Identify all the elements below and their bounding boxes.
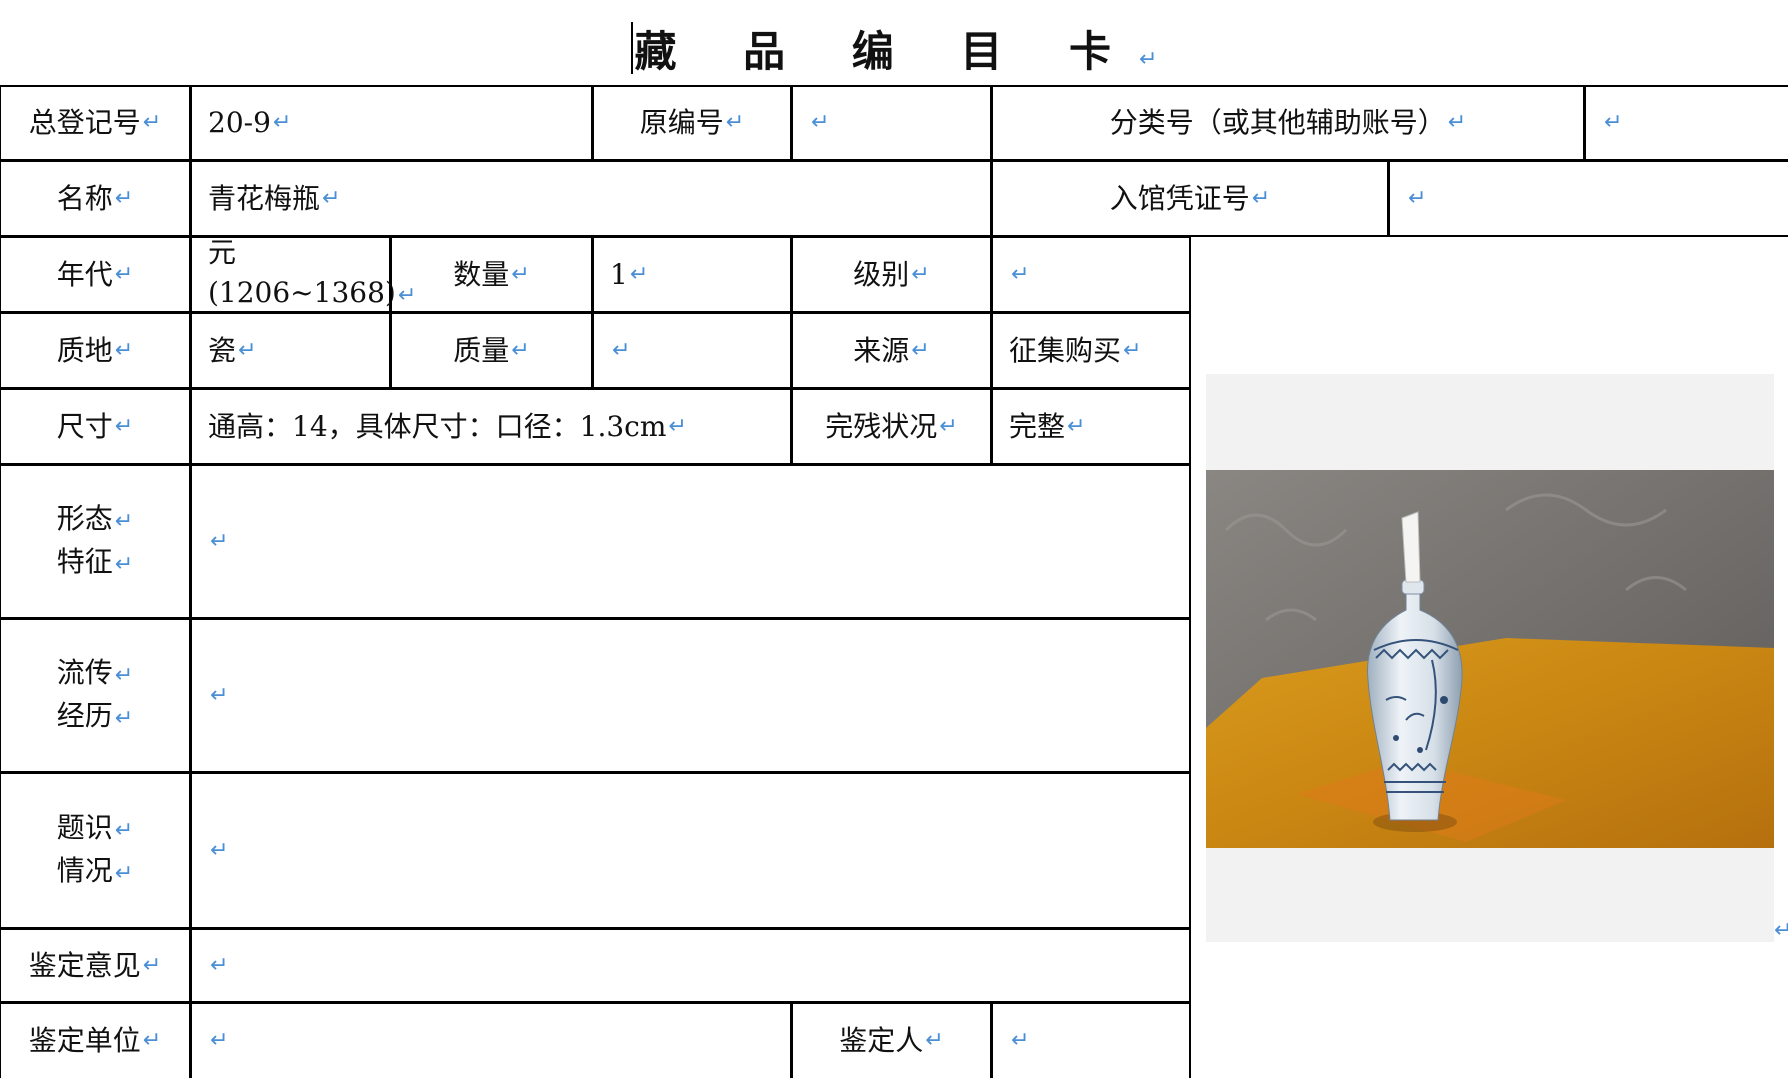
source-field[interactable]: 征集购买 ↵ <box>991 312 1191 389</box>
form-label-line-1: 形态↵ <box>56 501 134 535</box>
appraisal-opinion-field[interactable]: ↵ <box>190 928 1191 1003</box>
return-mark-icon: ↵ <box>1408 185 1427 211</box>
inscription-label-line-1: 题识↵ <box>56 810 134 844</box>
return-mark-icon: ↵ <box>142 110 162 135</box>
size-label: 尺寸 ↵ <box>0 388 191 465</box>
return-mark-icon: ↵ <box>210 1028 229 1053</box>
era-field[interactable]: 元 (1206~1368)↵ <box>190 236 416 313</box>
return-mark-icon: ↵ <box>1774 918 1788 943</box>
form-label: 形态↵ 特征↵ <box>0 464 191 619</box>
return-mark-icon: ↵ <box>911 337 930 363</box>
vase-photo[interactable] <box>1206 470 1774 848</box>
total-reg-no-label: 总登记号 ↵ <box>0 85 191 161</box>
form-label-line-2: 特征↵ <box>56 544 134 578</box>
return-mark-icon: ↵ <box>142 952 162 978</box>
return-mark-icon: ↵ <box>1067 413 1086 439</box>
name-label: 名称 ↵ <box>0 160 191 237</box>
appraiser-label: 鉴定人 ↵ <box>791 1002 992 1078</box>
return-mark-icon: ↵ <box>939 413 958 439</box>
source-label: 来源 ↵ <box>791 312 992 389</box>
return-mark-icon: ↵ <box>272 110 292 135</box>
grade-label: 级别 ↵ <box>791 236 992 313</box>
card-title: 藏 品 编 目 卡↵ <box>0 18 1788 79</box>
return-mark-icon: ↵ <box>725 110 745 135</box>
era-line-2: (1206~1368)↵ <box>208 276 417 309</box>
appraisal-unit-field[interactable]: ↵ <box>190 1002 792 1078</box>
return-mark-icon: ↵ <box>925 1028 944 1053</box>
return-mark-icon: ↵ <box>668 413 687 439</box>
return-mark-icon: ↵ <box>114 817 134 843</box>
condition-label: 完残状况 ↵ <box>791 388 992 465</box>
return-mark-icon: ↵ <box>238 337 257 363</box>
provenance-label: 流传↵ 经历↵ <box>0 618 191 773</box>
return-mark-icon: ↵ <box>210 952 229 978</box>
name-field[interactable]: 青花梅瓶 ↵ <box>190 160 992 237</box>
return-mark-icon: ↵ <box>612 337 631 363</box>
text-cursor <box>630 22 633 74</box>
return-mark-icon: ↵ <box>811 110 830 135</box>
return-mark-icon: ↵ <box>1251 185 1271 211</box>
inscription-field[interactable]: ↵ <box>190 772 1191 929</box>
return-mark-icon: ↵ <box>629 261 649 287</box>
return-mark-icon: ↵ <box>322 185 341 211</box>
mass-field[interactable]: ↵ <box>592 312 792 389</box>
provenance-field[interactable]: ↵ <box>190 618 1191 773</box>
appraisal-opinion-label: 鉴定意见 ↵ <box>0 928 191 1003</box>
material-field[interactable]: 瓷 ↵ <box>190 312 391 389</box>
provenance-label-line-1: 流传↵ <box>56 655 134 689</box>
orig-no-field[interactable]: ↵ <box>791 85 992 161</box>
return-mark-icon: ↵ <box>210 837 229 863</box>
return-mark-icon: ↵ <box>142 1028 162 1053</box>
grade-field[interactable]: ↵ <box>991 236 1191 313</box>
form-field[interactable]: ↵ <box>190 464 1191 619</box>
return-mark-icon: ↵ <box>511 261 530 287</box>
return-mark-icon: ↵ <box>1011 1028 1030 1053</box>
return-mark-icon: ↵ <box>511 337 530 363</box>
class-no-field[interactable]: ↵ <box>1584 85 1788 161</box>
return-mark-icon: ↵ <box>114 508 134 534</box>
return-mark-icon: ↵ <box>911 261 930 287</box>
return-mark-icon: ↵ <box>114 261 134 287</box>
material-label: 质地 ↵ <box>0 312 191 389</box>
quantity-field[interactable]: 1 ↵ <box>592 236 792 313</box>
return-mark-icon: ↵ <box>1604 110 1623 135</box>
orig-no-label: 原编号 ↵ <box>592 85 792 161</box>
quantity-label: 数量 ↵ <box>390 236 593 313</box>
era-label: 年代 ↵ <box>0 236 191 313</box>
return-mark-icon: ↵ <box>114 860 134 886</box>
return-mark-icon: ↵ <box>1123 337 1142 363</box>
mass-label: 质量 ↵ <box>390 312 593 389</box>
class-no-label: 分类号（或其他辅助账号） ↵ <box>991 85 1585 161</box>
inscription-label: 题识↵ 情况↵ <box>0 772 191 929</box>
appraisal-unit-label: 鉴定单位 ↵ <box>0 1002 191 1078</box>
entry-voucher-label: 入馆凭证号 ↵ <box>991 160 1389 237</box>
card-title-text: 藏 品 编 目 卡 <box>634 27 1138 76</box>
return-mark-icon: ↵ <box>114 551 134 577</box>
return-mark-icon: ↵ <box>114 662 134 688</box>
return-mark-icon: ↵ <box>114 337 134 363</box>
return-mark-icon: ↵ <box>1447 110 1467 135</box>
appraiser-field[interactable]: ↵ <box>991 1002 1191 1078</box>
entry-voucher-field[interactable]: ↵ <box>1388 160 1788 237</box>
return-mark-icon: ↵ <box>1139 47 1158 72</box>
return-mark-icon: ↵ <box>210 682 229 708</box>
inscription-label-line-2: 情况↵ <box>56 853 134 887</box>
era-line-1: 元 <box>208 236 237 269</box>
return-mark-icon: ↵ <box>114 185 134 211</box>
provenance-label-line-2: 经历↵ <box>56 698 134 732</box>
total-reg-no-field[interactable]: 20-9 ↵ <box>190 85 593 161</box>
return-mark-icon: ↵ <box>114 413 134 439</box>
return-mark-icon: ↵ <box>210 528 229 554</box>
return-mark-icon: ↵ <box>1011 261 1030 287</box>
return-mark-icon: ↵ <box>114 705 134 731</box>
size-field[interactable]: 通高：14，具体尺寸：口径：1.3cm ↵ <box>190 388 792 465</box>
condition-field[interactable]: 完整 ↵ <box>991 388 1191 465</box>
